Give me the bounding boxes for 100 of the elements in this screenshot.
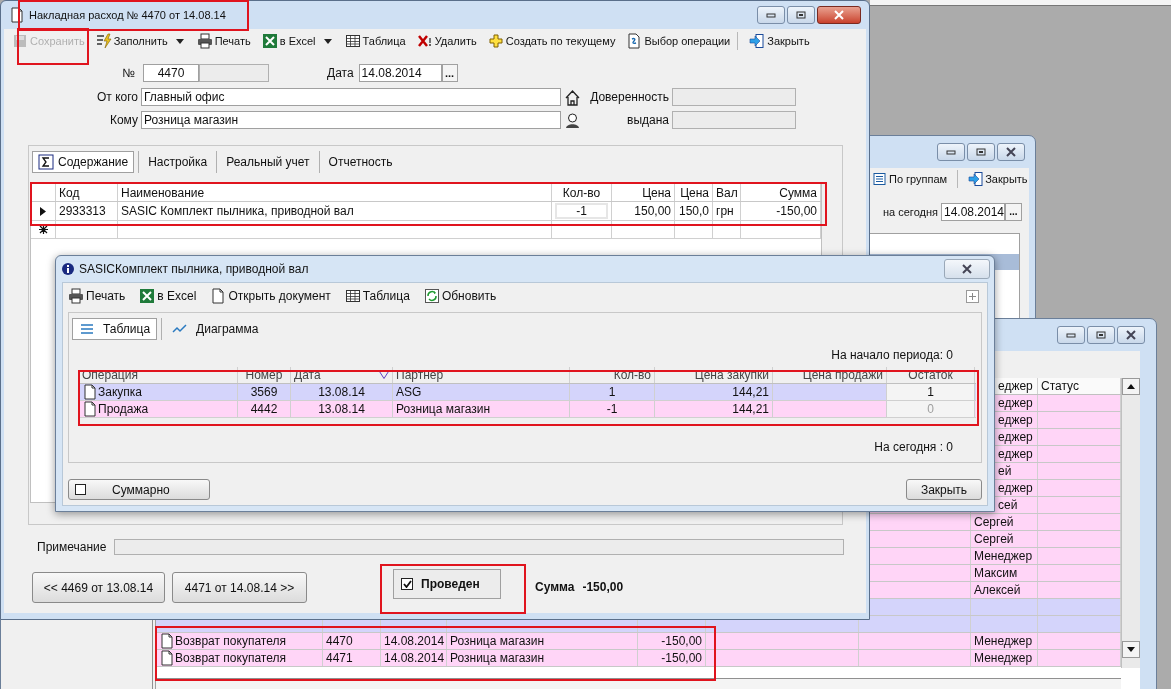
suffix-field[interactable]	[199, 64, 269, 82]
printer-icon	[68, 288, 84, 304]
text-field[interactable]: Главный офис	[141, 88, 561, 106]
toolbar-button[interactable]: Закрыть	[749, 32, 810, 50]
column-header: Статус	[1041, 378, 1079, 395]
column-header: Цена	[680, 184, 709, 202]
document-icon	[626, 33, 643, 49]
tab[interactable]: Реальный учет	[221, 150, 315, 173]
caret-icon	[175, 38, 184, 44]
number-field[interactable]: 4470	[143, 64, 199, 82]
toolbar-button[interactable]: Удалить	[416, 32, 477, 50]
table-cell-text: Сергей	[974, 514, 1014, 531]
column-header: Вал	[716, 184, 738, 202]
document-icon	[82, 401, 98, 417]
table-cell[interactable]: -1	[555, 203, 608, 219]
table-icon	[344, 33, 361, 49]
close-button[interactable]	[944, 259, 990, 279]
summary-checkbox[interactable]: Суммарно	[68, 479, 210, 500]
close-button[interactable]	[1117, 326, 1145, 344]
toolbar-button[interactable]: в Excel	[139, 287, 197, 305]
toolbar-button[interactable]: Печать	[68, 287, 126, 305]
window-title: Накладная расход № 4470 от 14.08.14	[29, 7, 226, 23]
toolbar-button[interactable]: Закрыть	[968, 170, 1028, 188]
table-cell-text: 14.08.2014	[384, 633, 445, 650]
tab[interactable]: Настройка	[143, 150, 213, 173]
total-label: Сумма	[535, 579, 575, 596]
close-icon	[961, 264, 973, 274]
delete-icon	[416, 33, 433, 49]
date-field[interactable]: 14.08.2014	[940, 203, 1005, 221]
toolbar-button[interactable]: Создать по текущему	[487, 32, 616, 50]
document-icon	[82, 384, 98, 400]
toolbar-button[interactable]: в Excel	[261, 32, 316, 50]
document-icon	[159, 633, 175, 649]
toolbar-button[interactable]: По группам	[872, 170, 948, 188]
printer-icon	[196, 33, 213, 49]
person-icon	[564, 111, 581, 129]
posted-checkbox[interactable]: Проведен	[393, 569, 501, 599]
table-cell-text: сей	[998, 497, 1018, 514]
tab[interactable]: Отчетность	[323, 150, 398, 173]
tab[interactable]: Таблица	[72, 318, 158, 340]
text-field[interactable]	[672, 88, 796, 106]
expand-icon[interactable]	[966, 289, 979, 303]
exit-icon	[968, 171, 985, 187]
tab[interactable]: Содержание	[32, 150, 135, 173]
maximize-button[interactable]	[1087, 326, 1115, 344]
tab[interactable]: Диаграмма	[166, 318, 265, 340]
close-icon	[1005, 147, 1017, 157]
date-field[interactable]: 14.08.2014	[358, 64, 442, 82]
table-cell-text: 144,21	[732, 401, 769, 418]
toolbar-button[interactable]: Таблица	[344, 32, 406, 50]
column-header: Кол-во	[562, 184, 601, 202]
toolbar-button[interactable]: Обновить	[423, 287, 497, 305]
document-icon	[159, 650, 175, 666]
table-cell-text: Возврат покупателя	[175, 650, 286, 667]
table-cell-text: Продажа	[98, 401, 149, 418]
text-field[interactable]: Розница магазин	[141, 111, 561, 129]
list-icon	[872, 171, 888, 187]
table-cell-text: 13.08.14	[318, 384, 365, 401]
minimize-button[interactable]	[937, 143, 965, 161]
toolbar-button[interactable]: Таблица	[344, 287, 410, 305]
text-field[interactable]	[672, 111, 796, 129]
table-cell-text: 144,21	[732, 384, 769, 401]
table-cell-text: 13.08.14	[318, 401, 365, 418]
table-cell-text: Розница магазин	[396, 401, 491, 418]
table-cell-text: -1	[606, 401, 618, 418]
table-cell-text: Розница магазин	[450, 633, 545, 650]
field-label: выдана	[626, 112, 669, 129]
date-label: на сегодня	[883, 204, 938, 220]
table-cell-text: 3569	[250, 384, 278, 401]
close-icon	[1125, 330, 1137, 340]
table-cell-text: Менеджер	[974, 633, 1033, 650]
maximize-button[interactable]	[967, 143, 995, 161]
toolbar-button[interactable]: Выбор операции	[626, 32, 731, 50]
close-icon	[833, 10, 845, 20]
table-cell-text: 14.08.2014	[384, 650, 445, 667]
maximize-button[interactable]	[787, 6, 815, 24]
minimize-icon	[766, 12, 776, 18]
toolbar-button[interactable]: Заполнить	[95, 32, 168, 50]
close-button[interactable]	[997, 143, 1025, 161]
close-button[interactable]	[817, 6, 861, 24]
scroll-up-icon[interactable]	[1127, 384, 1135, 389]
note-field[interactable]	[114, 539, 845, 555]
check-icon	[402, 580, 412, 588]
table-cell-text: Закупка	[98, 384, 142, 401]
next-document-button[interactable]: 4471 от 14.08.14 >>	[172, 572, 307, 603]
table-cell-text: 1	[608, 384, 616, 401]
toolbar-button[interactable]: Открыть документ	[210, 287, 331, 305]
caret-icon	[323, 38, 332, 44]
table-cell-text: Алексей	[974, 582, 1021, 599]
minimize-button[interactable]	[1057, 326, 1085, 344]
field-label: №	[121, 65, 135, 82]
filter-icon[interactable]	[379, 371, 389, 379]
previous-document-button[interactable]: << 4469 от 13.08.14	[32, 572, 165, 603]
scroll-down-icon[interactable]	[1127, 647, 1135, 652]
column-header: Код	[59, 184, 80, 202]
toolbar-button[interactable]: Печать	[196, 32, 251, 50]
close-dialog-button[interactable]: Закрыть	[906, 479, 982, 500]
house-icon	[564, 88, 581, 106]
minimize-button[interactable]	[757, 6, 785, 24]
table-cell-text: -150,00	[661, 650, 702, 667]
